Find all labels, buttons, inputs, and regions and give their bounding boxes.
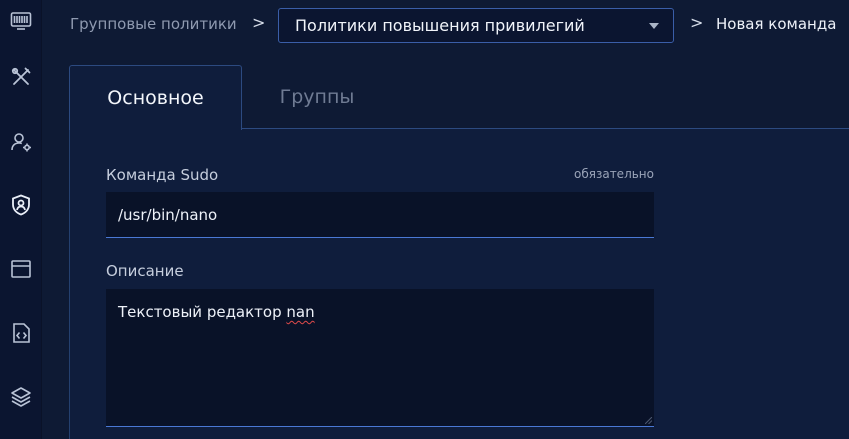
breadcrumb: Групповые политики > Политики повышения … — [42, 0, 849, 52]
resize-handle-icon[interactable] — [645, 417, 652, 424]
breadcrumb-group-policies[interactable]: Групповые политики — [70, 15, 237, 33]
sudo-command-label: Команда Sudo — [106, 166, 219, 184]
tools-icon — [11, 67, 31, 85]
user-settings-icon — [11, 133, 31, 152]
sidebar-item-tools[interactable] — [0, 56, 42, 98]
tab-groups[interactable]: Группы — [242, 65, 392, 129]
description-value: Текстовый редактор nan — [118, 303, 315, 321]
sidebar-item-user-settings[interactable] — [0, 121, 42, 163]
sudo-command-value: /usr/bin/nano — [118, 205, 218, 224]
tab-groups-label: Группы — [279, 86, 355, 108]
sidebar-item-monitor[interactable] — [0, 0, 42, 42]
sidebar-item-window[interactable] — [0, 248, 42, 290]
sidebar-item-user-shield[interactable] — [0, 184, 42, 226]
policy-select-value: Политики повышения привилегий — [295, 16, 585, 35]
tab-general-label: Основное — [107, 87, 204, 109]
monitor-icon — [10, 12, 32, 30]
app-window: Групповые политики > Политики повышения … — [0, 0, 849, 439]
sudo-command-input[interactable]: /usr/bin/nano — [106, 192, 654, 238]
required-hint: обязательно — [574, 167, 654, 181]
breadcrumb-current: Новая команда — [716, 15, 837, 33]
description-label: Описание — [106, 262, 184, 280]
description-textarea[interactable]: Текстовый редактор nan — [106, 289, 654, 427]
user-shield-icon — [12, 194, 30, 216]
layers-icon — [11, 387, 31, 407]
sidebar — [0, 0, 42, 439]
tab-general[interactable]: Основное — [69, 65, 242, 130]
policy-select[interactable]: Политики повышения привилегий — [278, 8, 674, 43]
sidebar-item-layers[interactable] — [0, 376, 42, 418]
chevron-down-icon — [649, 23, 659, 29]
sidebar-item-code-file[interactable] — [0, 312, 42, 354]
window-icon — [11, 260, 31, 278]
misspelled-word: nan — [286, 303, 315, 321]
code-file-icon — [13, 323, 30, 343]
chevron-right-icon: > — [690, 13, 704, 32]
chevron-right-icon: > — [252, 13, 266, 32]
